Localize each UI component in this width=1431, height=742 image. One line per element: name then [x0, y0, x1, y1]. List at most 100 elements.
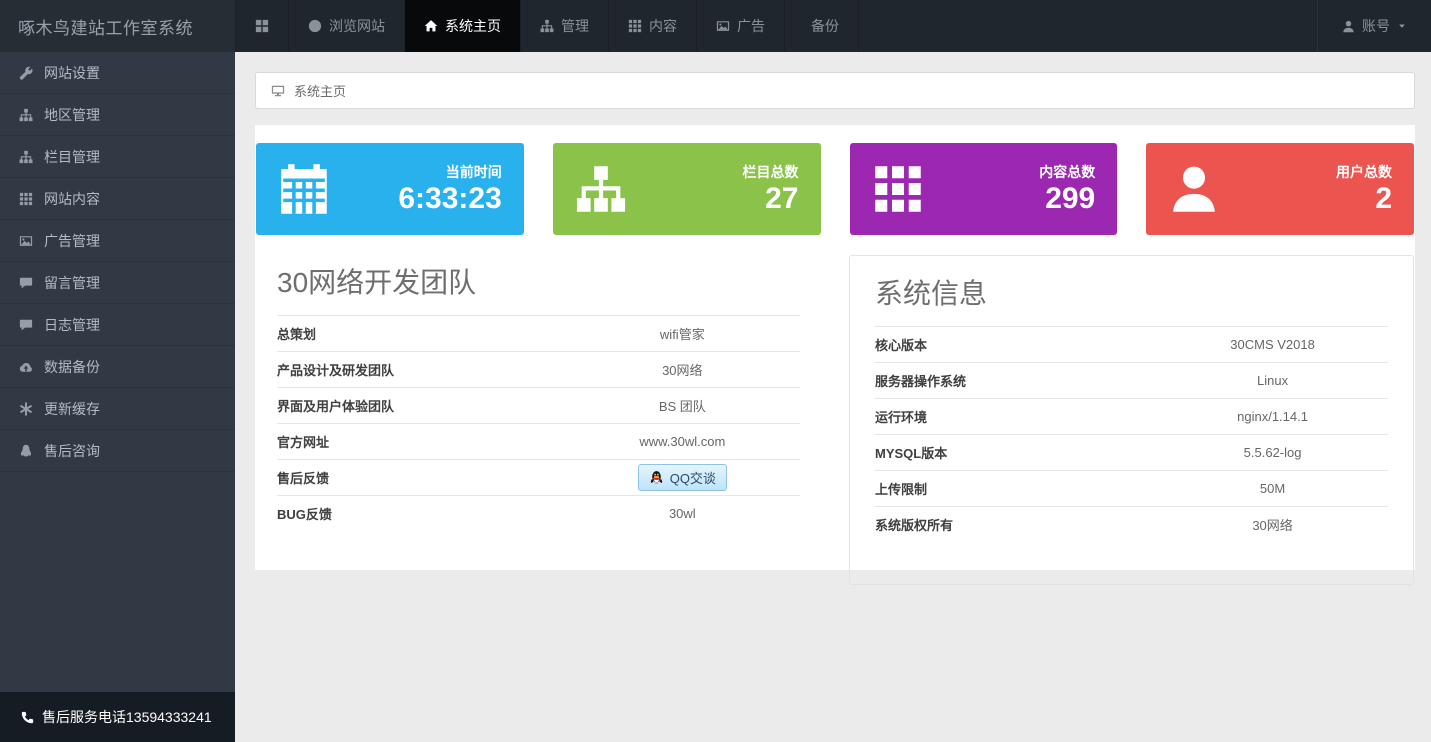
home-icon	[424, 19, 438, 33]
qq-color-icon	[649, 470, 664, 485]
sidebar-item[interactable]: 售后咨询	[0, 430, 235, 472]
row-label: 售后反馈	[277, 468, 565, 487]
row-label: BUG反馈	[277, 504, 565, 523]
caret-down-icon	[1397, 21, 1407, 31]
table-row: MYSQL版本 5.5.62-log	[875, 434, 1388, 470]
stat-label: 栏目总数	[743, 163, 799, 183]
user-icon	[1168, 163, 1220, 215]
asterisk-icon	[19, 402, 33, 416]
stat-value: 2	[1336, 182, 1392, 215]
row-label: 核心版本	[875, 335, 1157, 354]
row-value: BS 团队	[565, 396, 800, 415]
team-section-title: 30网络开发团队	[277, 261, 800, 301]
qq-chat-button[interactable]: QQ交谈	[638, 464, 727, 491]
stat-card: 内容总数 299	[850, 143, 1118, 235]
image-icon	[19, 234, 33, 248]
system-info-table: 核心版本 30CMS V2018 服务器操作系统 Linux	[875, 326, 1388, 542]
table-row: 官方网址 www.30wl.com	[277, 423, 800, 459]
nav-item[interactable]: 系统主页	[405, 0, 521, 52]
sidebar-item[interactable]: 日志管理	[0, 304, 235, 346]
row-value: wifi管家	[565, 324, 800, 343]
row-label: 服务器操作系统	[875, 371, 1157, 390]
sidebar-item[interactable]: 数据备份	[0, 346, 235, 388]
th-icon	[628, 19, 642, 33]
sitemap-icon	[540, 19, 554, 33]
sidebar-footer: 售后服务电话13594333241	[0, 692, 235, 742]
top-navbar: 啄木鸟建站工作室系统 浏览网站 系统主页	[0, 0, 1431, 52]
main-content: 系统主页 当前时间 6:33:23 栏目总数	[235, 52, 1431, 742]
row-label: 总策划	[277, 324, 565, 343]
row-value: 30网络	[565, 360, 800, 379]
sidebar-item-label: 广告管理	[44, 231, 100, 251]
table-row: 产品设计及研发团队 30网络	[277, 351, 800, 387]
sidebar-item[interactable]: 地区管理	[0, 94, 235, 136]
display-icon	[271, 84, 285, 98]
globe-icon	[308, 19, 322, 33]
row-value: Linux	[1157, 373, 1388, 388]
sidebar: 网站设置 地区管理 栏目管理 网站内容	[0, 52, 235, 742]
sidebar-item[interactable]: 留言管理	[0, 262, 235, 304]
stat-card: 当前时间 6:33:23	[256, 143, 524, 235]
app-title: 啄木鸟建站工作室系统	[18, 14, 193, 39]
sidebar-item-label: 数据备份	[44, 357, 100, 377]
row-value: 30CMS V2018	[1157, 337, 1388, 352]
table-row: 系统版权所有 30网络	[875, 506, 1388, 542]
sidebar-item[interactable]: 更新缓存	[0, 388, 235, 430]
nav-item[interactable]: 内容	[609, 0, 697, 52]
team-section: 30网络开发团队 总策划 wifi管家	[277, 255, 800, 531]
table-row: 总策划 wifi管家	[277, 315, 800, 351]
qq-icon	[19, 444, 33, 458]
th-large-icon	[255, 19, 269, 33]
team-table: 总策划 wifi管家 产品设计及研发团队	[277, 315, 800, 531]
table-row: BUG反馈 30wl	[277, 495, 800, 531]
sidebar-item[interactable]: 网站内容	[0, 178, 235, 220]
sidebar-item[interactable]: 网站设置	[0, 52, 235, 94]
sidebar-item-label: 更新缓存	[44, 399, 100, 419]
service-phone-label: 售后服务电话13594333241	[42, 707, 212, 727]
stat-value: 6:33:23	[398, 182, 501, 215]
row-label: 界面及用户体验团队	[277, 396, 565, 415]
row-label: 系统版权所有	[875, 515, 1157, 534]
row-value: 30wl	[565, 506, 800, 521]
row-value: nginx/1.14.1	[1157, 409, 1388, 424]
stat-label: 当前时间	[398, 163, 501, 183]
sidebar-item-label: 栏目管理	[44, 147, 100, 167]
sitemap-icon	[19, 108, 33, 122]
th-icon	[19, 192, 33, 206]
sitemap-icon	[575, 163, 627, 215]
row-label: 上传限制	[875, 479, 1157, 498]
table-row: 核心版本 30CMS V2018	[875, 326, 1388, 362]
table-row: 界面及用户体验团队 BS 团队	[277, 387, 800, 423]
system-info-title: 系统信息	[875, 272, 1388, 312]
nav-item[interactable]: 浏览网站	[289, 0, 405, 52]
cloud-upload-icon	[19, 360, 33, 374]
th-icon	[872, 163, 924, 215]
nav-item[interactable]	[235, 0, 289, 52]
table-row: 上传限制 50M	[875, 470, 1388, 506]
info-columns: 30网络开发团队 总策划 wifi管家	[255, 255, 1415, 585]
stats-row: 当前时间 6:33:23 栏目总数 27	[255, 143, 1415, 235]
image-icon	[716, 19, 730, 33]
dashboard-panel: 当前时间 6:33:23 栏目总数 27	[255, 125, 1415, 570]
breadcrumb: 系统主页	[255, 72, 1415, 109]
account-menu[interactable]: 账号	[1317, 0, 1431, 52]
nav-item[interactable]: 备份	[785, 0, 859, 52]
table-row: 售后反馈 QQ交谈	[277, 459, 800, 495]
stat-card: 栏目总数 27	[553, 143, 821, 235]
stat-label: 内容总数	[1039, 163, 1095, 183]
sidebar-item[interactable]: 栏目管理	[0, 136, 235, 178]
top-nav: 浏览网站 系统主页 管理 内容	[235, 0, 859, 52]
nav-item[interactable]: 广告	[697, 0, 785, 52]
row-value: QQ交谈	[565, 461, 800, 494]
row-label: MYSQL版本	[875, 443, 1157, 462]
app-logo[interactable]: 啄木鸟建站工作室系统	[0, 0, 235, 52]
sidebar-item-label: 留言管理	[44, 273, 100, 293]
sidebar-item-label: 售后咨询	[44, 441, 100, 461]
system-info-section: 系统信息 核心版本 30CMS V2018 服务器操作系统	[849, 255, 1414, 585]
stat-value: 299	[1039, 182, 1095, 215]
nav-item[interactable]: 管理	[521, 0, 609, 52]
row-label: 产品设计及研发团队	[277, 360, 565, 379]
phone-icon	[21, 711, 34, 724]
comment-icon	[19, 276, 33, 290]
sidebar-item[interactable]: 广告管理	[0, 220, 235, 262]
